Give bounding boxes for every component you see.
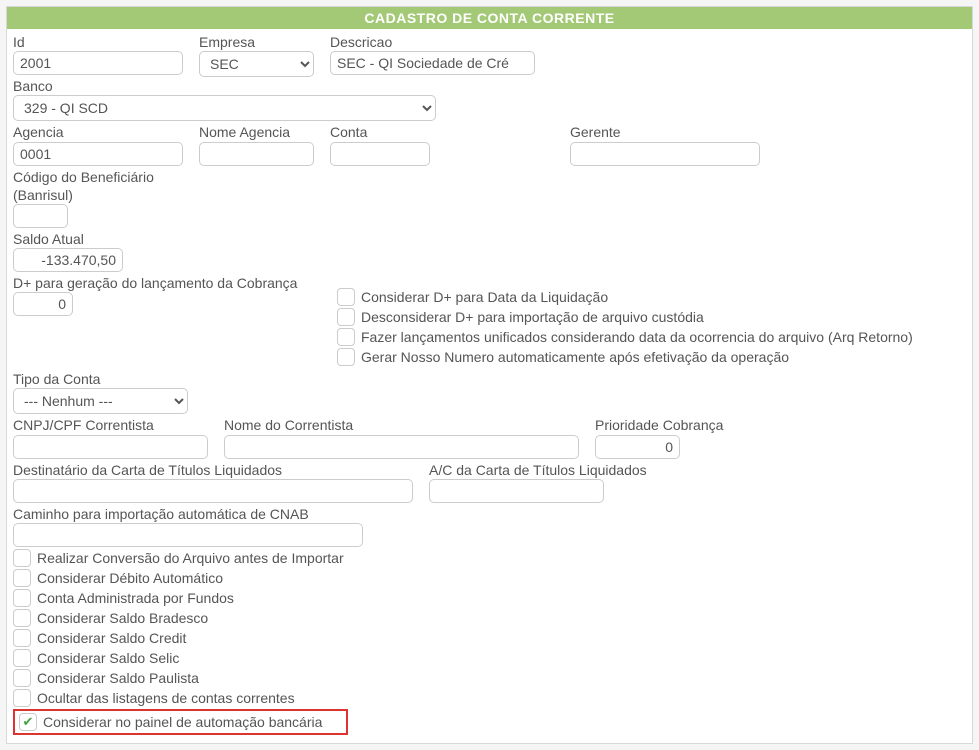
- considerar-dmais-liquidacao-label: Considerar D+ para Data da Liquidação: [361, 289, 608, 305]
- debito-automatico-checkbox[interactable]: [13, 569, 31, 587]
- saldo-paulista-label: Considerar Saldo Paulista: [37, 670, 199, 686]
- realizar-conversao-checkbox[interactable]: [13, 549, 31, 567]
- tipo-conta-select[interactable]: --- Nenhum ---: [13, 388, 188, 414]
- conta-fundos-checkbox[interactable]: [13, 589, 31, 607]
- destinatario-carta-input[interactable]: [13, 479, 413, 503]
- conta-label: Conta: [330, 123, 430, 141]
- ac-carta-label: A/C da Carta de Títulos Liquidados: [429, 461, 647, 479]
- painel-automacao-label: Considerar no painel de automação bancár…: [43, 714, 322, 730]
- banco-select[interactable]: 329 - QI SCD: [13, 95, 436, 121]
- nome-correntista-label: Nome do Correntista: [224, 416, 579, 434]
- realizar-conversao-label: Realizar Conversão do Arquivo antes de I…: [37, 550, 344, 566]
- saldo-selic-label: Considerar Saldo Selic: [37, 650, 179, 666]
- ocultar-listagens-checkbox[interactable]: [13, 689, 31, 707]
- codigo-beneficiario-label: Código do Beneficiário (Banrisul): [13, 168, 193, 204]
- debito-automatico-label: Considerar Débito Automático: [37, 570, 223, 586]
- saldo-atual-input[interactable]: [13, 248, 123, 272]
- saldo-bradesco-checkbox[interactable]: [13, 609, 31, 627]
- descricao-label: Descricao: [330, 33, 535, 51]
- lancamentos-unificados-checkbox[interactable]: [337, 328, 355, 346]
- ac-carta-input[interactable]: [429, 479, 604, 503]
- form-body: Id Empresa SEC Descricao Banco 329 - QI …: [7, 29, 972, 743]
- saldo-credit-checkbox[interactable]: [13, 629, 31, 647]
- descricao-input[interactable]: [330, 51, 535, 75]
- saldo-bradesco-label: Considerar Saldo Bradesco: [37, 610, 208, 626]
- gerar-nosso-numero-label: Gerar Nosso Numero automaticamente após …: [361, 349, 789, 365]
- painel-automacao-highlight: Considerar no painel de automação bancár…: [13, 709, 348, 735]
- gerente-input[interactable]: [570, 142, 760, 166]
- nome-agencia-label: Nome Agencia: [199, 123, 314, 141]
- page-title: CADASTRO DE CONTA CORRENTE: [7, 7, 972, 29]
- empresa-select[interactable]: SEC: [199, 51, 314, 77]
- desconsiderar-dmais-custodia-label: Desconsiderar D+ para importação de arqu…: [361, 309, 704, 325]
- caminho-cnab-input[interactable]: [13, 523, 363, 547]
- saldo-atual-label: Saldo Atual: [13, 230, 123, 248]
- empresa-label: Empresa: [199, 33, 314, 51]
- desconsiderar-dmais-custodia-checkbox[interactable]: [337, 308, 355, 326]
- painel-automacao-checkbox[interactable]: [19, 713, 37, 731]
- saldo-credit-label: Considerar Saldo Credit: [37, 630, 186, 646]
- nome-agencia-input[interactable]: [199, 142, 314, 166]
- dmais-input[interactable]: [13, 292, 73, 316]
- prioridade-cobranca-input[interactable]: [595, 435, 680, 459]
- destinatario-carta-label: Destinatário da Carta de Títulos Liquida…: [13, 461, 413, 479]
- codigo-beneficiario-input[interactable]: [13, 204, 68, 228]
- conta-fundos-label: Conta Administrada por Fundos: [37, 590, 234, 606]
- id-label: Id: [13, 33, 183, 51]
- cnpj-correntista-label: CNPJ/CPF Correntista: [13, 416, 208, 434]
- banco-label: Banco: [13, 77, 436, 95]
- dmais-label: D+ para geração do lançamento da Cobranç…: [13, 274, 323, 292]
- agencia-input[interactable]: [13, 142, 183, 166]
- agencia-label: Agencia: [13, 123, 183, 141]
- cnpj-correntista-input[interactable]: [13, 435, 208, 459]
- tipo-conta-label: Tipo da Conta: [13, 370, 188, 388]
- saldo-paulista-checkbox[interactable]: [13, 669, 31, 687]
- conta-input[interactable]: [330, 142, 430, 166]
- gerar-nosso-numero-checkbox[interactable]: [337, 348, 355, 366]
- ocultar-listagens-label: Ocultar das listagens de contas corrente…: [37, 690, 295, 706]
- saldo-selic-checkbox[interactable]: [13, 649, 31, 667]
- prioridade-cobranca-label: Prioridade Cobrança: [595, 416, 723, 434]
- id-input[interactable]: [13, 51, 183, 75]
- form-container: CADASTRO DE CONTA CORRENTE Id Empresa SE…: [6, 6, 973, 744]
- caminho-cnab-label: Caminho para importação automática de CN…: [13, 505, 363, 523]
- nome-correntista-input[interactable]: [224, 435, 579, 459]
- gerente-label: Gerente: [570, 123, 760, 141]
- considerar-dmais-liquidacao-checkbox[interactable]: [337, 288, 355, 306]
- lancamentos-unificados-label: Fazer lançamentos unificados considerand…: [361, 329, 913, 345]
